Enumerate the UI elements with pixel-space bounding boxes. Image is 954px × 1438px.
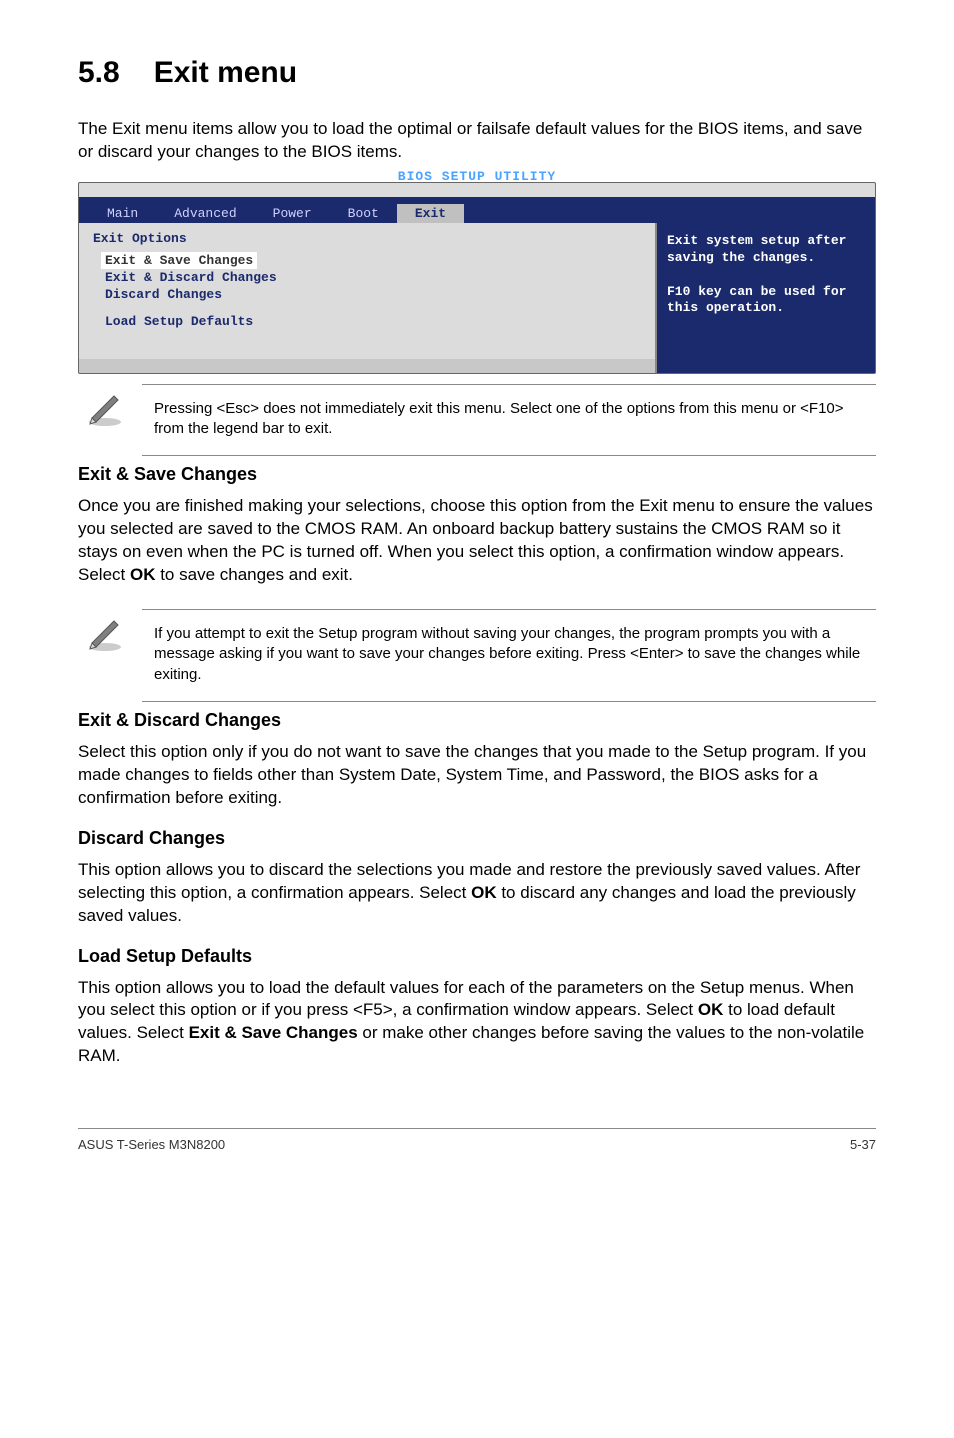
bios-item-exit-discard[interactable]: Exit & Discard Changes <box>101 269 641 286</box>
note-exit-without-save-text: If you attempt to exit the Setup program… <box>144 618 874 691</box>
heading-load-defaults: Load Setup Defaults <box>78 946 876 967</box>
note-exit-without-save: If you attempt to exit the Setup program… <box>78 605 876 706</box>
bios-utility-title: BIOS SETUP UTILITY <box>79 169 875 184</box>
para-exit-save: Once you are finished making your select… <box>78 495 876 587</box>
bios-screenshot: BIOS SETUP UTILITY Main Advanced Power B… <box>78 182 876 374</box>
bios-tab-boot[interactable]: Boot <box>330 204 397 223</box>
bios-help-pane: Exit system setup after saving the chang… <box>655 223 875 373</box>
section-number: 5.8 <box>78 56 120 90</box>
bios-tab-power[interactable]: Power <box>255 204 330 223</box>
bios-left-pane: Exit Options Exit & Save Changes Exit & … <box>79 223 655 373</box>
heading-exit-save: Exit & Save Changes <box>78 464 876 485</box>
heading-discard: Discard Changes <box>78 828 876 849</box>
bios-item-discard[interactable]: Discard Changes <box>101 286 641 303</box>
bios-options-heading: Exit Options <box>93 231 641 246</box>
note-esc-text: Pressing <Esc> does not immediately exit… <box>144 393 874 446</box>
heading-exit-discard: Exit & Discard Changes <box>78 710 876 731</box>
para-exit-save-post: to save changes and exit. <box>155 565 353 584</box>
section-name: Exit menu <box>154 56 297 89</box>
para-discard-ok: OK <box>471 883 497 902</box>
note-esc: Pressing <Esc> does not immediately exit… <box>78 380 876 461</box>
para-exit-discard: Select this option only if you do not wa… <box>78 741 876 810</box>
pencil-note-icon <box>78 609 132 655</box>
footer-right: 5-37 <box>850 1137 876 1152</box>
bios-tab-advanced[interactable]: Advanced <box>156 204 254 223</box>
intro-paragraph: The Exit menu items allow you to load th… <box>78 118 876 164</box>
pencil-note-icon <box>78 384 132 430</box>
section-title: 5.8 Exit menu <box>78 56 876 90</box>
bios-item-exit-save[interactable]: Exit & Save Changes <box>101 252 257 269</box>
para-exit-save-ok: OK <box>130 565 156 584</box>
page-footer: ASUS T-Series M3N8200 5-37 <box>78 1128 876 1152</box>
para-load-defaults: This option allows you to load the defau… <box>78 977 876 1069</box>
para-discard: This option allows you to discard the se… <box>78 859 876 928</box>
bios-tab-bar: Main Advanced Power Boot Exit <box>79 197 875 223</box>
bios-tab-main[interactable]: Main <box>89 204 156 223</box>
bios-tab-exit[interactable]: Exit <box>397 204 464 223</box>
para-load-exit-save: Exit & Save Changes <box>189 1023 358 1042</box>
bios-item-load-defaults[interactable]: Load Setup Defaults <box>101 313 641 330</box>
footer-left: ASUS T-Series M3N8200 <box>78 1137 225 1152</box>
para-load-ok: OK <box>698 1000 724 1019</box>
